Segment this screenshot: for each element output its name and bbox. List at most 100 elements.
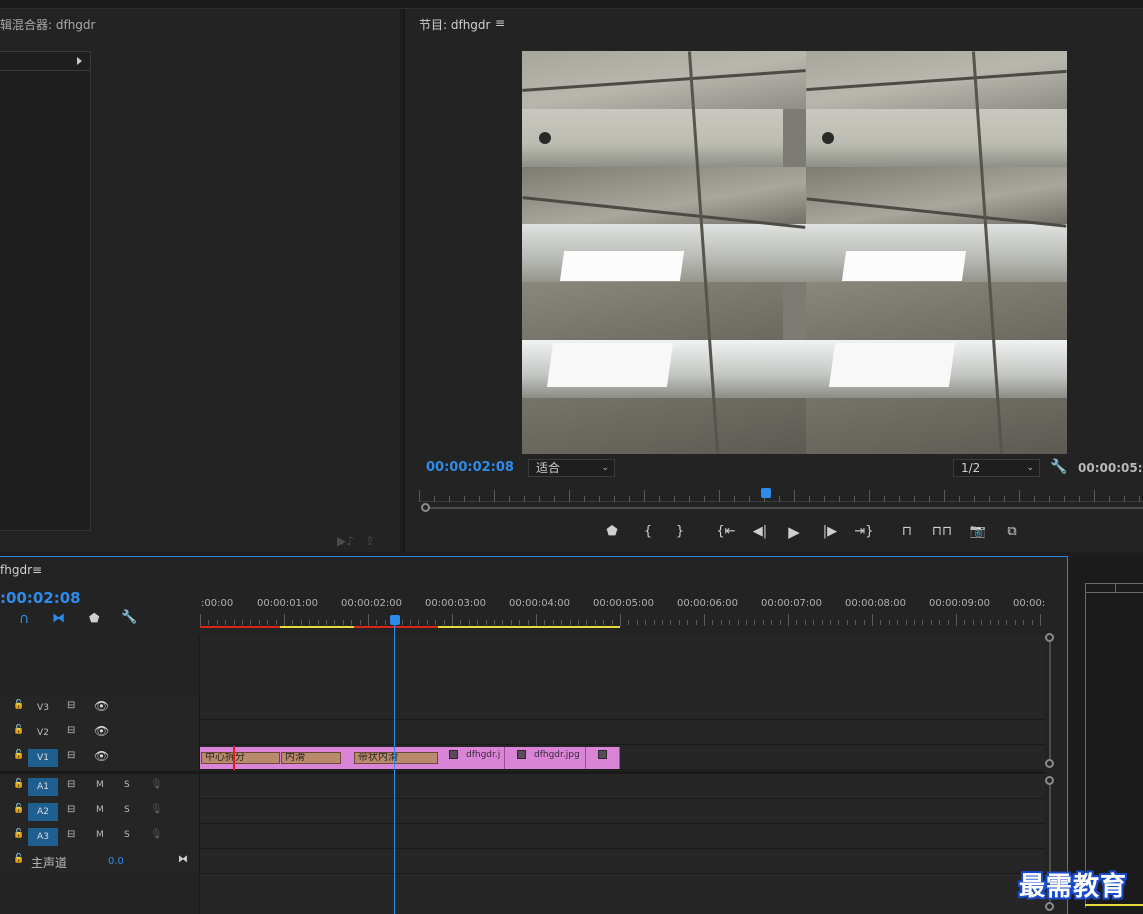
eye-icon[interactable]: 👁 <box>94 724 109 738</box>
track-target-label[interactable]: A1 <box>28 778 58 796</box>
playhead-handle[interactable] <box>390 615 400 625</box>
video-scrollbar[interactable] <box>1049 640 1051 765</box>
lock-icon[interactable]: 🔓 <box>13 725 24 735</box>
go-to-in-icon[interactable]: {⇤ <box>715 524 737 539</box>
camera-icon[interactable]: 📷 <box>967 524 989 539</box>
extract-icon[interactable]: ⊓⊓ <box>931 524 953 539</box>
ruler-tick <box>998 620 999 625</box>
export-icon[interactable]: ⇪ <box>365 534 375 548</box>
ruler-tick <box>846 620 848 625</box>
master-track-row[interactable]: 🔓 主声道 0.0 ⧓ <box>0 849 1045 874</box>
playhead-line[interactable] <box>394 625 395 914</box>
ruler-tick <box>653 620 655 625</box>
add-marker-icon[interactable]: ⬟ <box>89 611 99 625</box>
track-target-label[interactable]: A2 <box>28 803 58 821</box>
fit-select[interactable]: 适合 ⌄ <box>528 459 615 477</box>
timeline-timecode[interactable]: :00:02:08 <box>0 589 81 607</box>
audio-track-row[interactable]: 🔓 A1 ⊟ M S 🎙 <box>0 774 1045 799</box>
ruler-tick <box>972 620 974 625</box>
ceiling-dot <box>822 132 834 144</box>
scroll-handle[interactable] <box>1045 902 1054 911</box>
transition-clip[interactable]: 内滑 <box>281 752 341 764</box>
master-volume-value[interactable]: 0.0 <box>108 856 124 867</box>
lock-icon[interactable]: 🔓 <box>13 854 24 864</box>
mixer-title[interactable]: 剪辑混合器: dfhgdr <box>0 16 107 33</box>
audio-track-header: 🔓 A3 ⊟ M S 🎙 <box>0 824 200 849</box>
ruler-tick <box>771 620 773 625</box>
sync-lock-icon[interactable]: ⊟ <box>67 829 75 840</box>
ruler-tick <box>477 620 479 625</box>
microphone-icon[interactable]: 🎙 <box>150 779 163 790</box>
track-divider[interactable] <box>0 771 1045 774</box>
ruler-tick <box>435 620 437 625</box>
lock-icon[interactable]: 🔓 <box>13 750 24 760</box>
playhead-marker[interactable] <box>761 488 771 498</box>
sync-lock-icon[interactable]: ⊟ <box>67 779 75 790</box>
scroll-handle[interactable] <box>1045 633 1054 642</box>
solo-button[interactable]: S <box>124 830 130 840</box>
video-track-row[interactable]: 🔓 V2 ⊟ 👁 <box>0 720 1045 745</box>
snap-icon[interactable]: ∩ <box>19 611 29 627</box>
ruler-tick <box>569 490 570 502</box>
sync-lock-icon[interactable]: ⊟ <box>67 725 75 736</box>
expand-triangle-icon[interactable] <box>77 57 82 65</box>
ruler-tick <box>1040 614 1041 626</box>
lock-icon[interactable]: 🔓 <box>13 804 24 814</box>
music-note-icon[interactable]: ▶♪ <box>337 534 354 548</box>
mute-button[interactable]: M <box>96 805 104 815</box>
transition-clip[interactable]: 带状内滑 <box>354 752 438 764</box>
scroll-handle[interactable] <box>1045 759 1054 768</box>
sync-lock-icon[interactable]: ⊟ <box>67 700 75 711</box>
compare-view-icon[interactable]: ⧉ <box>1001 524 1023 539</box>
lock-icon[interactable]: 🔓 <box>13 779 24 789</box>
sync-lock-icon[interactable]: ⊟ <box>67 804 75 815</box>
microphone-icon[interactable]: 🎙 <box>150 804 163 815</box>
lock-icon[interactable]: 🔓 <box>13 829 24 839</box>
eye-icon[interactable]: 👁 <box>94 749 109 763</box>
video-track-row[interactable]: 🔓 V3 ⊟ 👁 <box>0 695 1045 720</box>
go-to-gap-icon[interactable]: ⧓ <box>178 854 188 865</box>
lift-icon[interactable]: ⊓ <box>896 524 918 539</box>
audio-track-row[interactable]: 🔓 A3 ⊟ M S 🎙 <box>0 824 1045 849</box>
step-forward-icon[interactable]: |▶ <box>819 524 841 539</box>
solo-button[interactable]: S <box>124 780 130 790</box>
sync-lock-icon[interactable]: ⊟ <box>67 750 75 761</box>
microphone-icon[interactable]: 🎙 <box>150 829 163 840</box>
wrench-icon[interactable]: 🔧 <box>1050 459 1067 475</box>
add-marker-icon[interactable]: ⬟ <box>601 524 623 539</box>
transition-clip[interactable]: 中心拆分 <box>201 752 280 764</box>
zoom-handle[interactable] <box>421 503 430 512</box>
monitor-ruler[interactable] <box>419 490 1143 502</box>
ruler-tick <box>326 620 327 625</box>
audio-track-row[interactable]: 🔓 A2 ⊟ M S 🎙 <box>0 799 1045 824</box>
zoom-scrollbar[interactable] <box>425 507 1143 509</box>
step-back-icon[interactable]: ◀| <box>749 524 771 539</box>
wrench-icon[interactable]: 🔧 <box>121 610 137 625</box>
track-target-label[interactable]: V1 <box>28 749 58 767</box>
ruler-tick <box>863 620 865 625</box>
eye-icon[interactable]: 👁 <box>94 699 109 713</box>
panel-menu-icon[interactable]: ≡ <box>32 563 42 577</box>
mute-button[interactable]: M <box>96 830 104 840</box>
solo-button[interactable]: S <box>124 805 130 815</box>
mark-in-icon[interactable]: { <box>637 524 659 539</box>
ruler-tick <box>242 620 243 625</box>
resolution-select[interactable]: 1/2 ⌄ <box>953 459 1040 477</box>
panel-menu-icon[interactable]: ≡ <box>495 16 505 30</box>
play-icon[interactable]: ▶ <box>783 523 805 541</box>
mute-button[interactable]: M <box>96 780 104 790</box>
track-target-label[interactable]: V3 <box>28 699 58 717</box>
ruler-tick <box>629 496 630 502</box>
mark-out-icon[interactable]: } <box>669 524 691 539</box>
sequence-tab[interactable]: fhgdr <box>0 563 32 577</box>
scroll-handle[interactable] <box>1045 776 1054 785</box>
linked-selection-icon[interactable]: ⧓ <box>52 611 65 626</box>
lock-icon[interactable]: 🔓 <box>13 700 24 710</box>
current-timecode[interactable]: 00:00:02:08 <box>426 460 514 475</box>
program-title[interactable]: 节目: dfhgdr <box>419 16 490 33</box>
ruler-tick <box>443 620 445 625</box>
go-to-out-icon[interactable]: ⇥} <box>853 524 875 539</box>
track-target-label[interactable]: A3 <box>28 828 58 846</box>
track-target-label[interactable]: V2 <box>28 724 58 742</box>
mixer-dropdown[interactable] <box>0 51 91 71</box>
